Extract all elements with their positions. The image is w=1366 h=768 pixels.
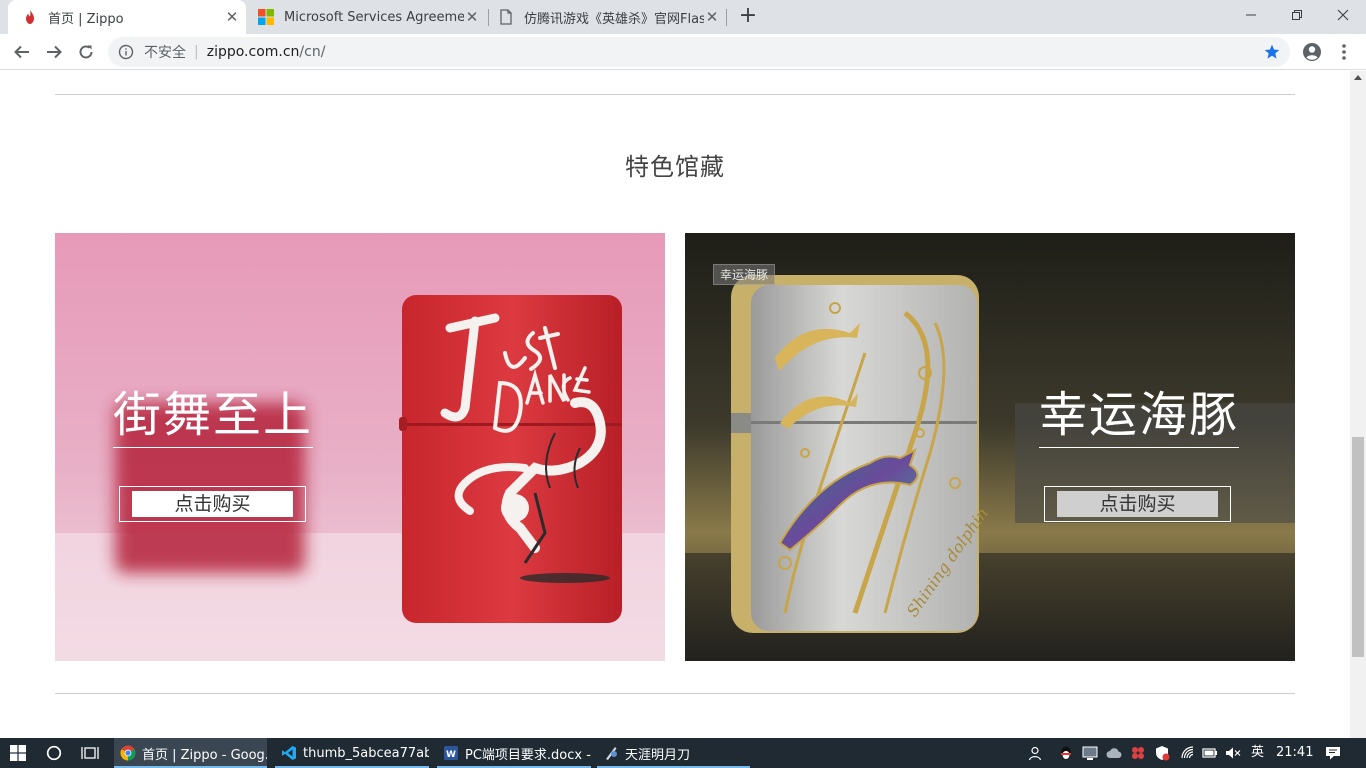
close-window-button[interactable] — [1320, 0, 1366, 30]
display-app-icon[interactable] — [1082, 745, 1098, 761]
tab-title: 仿腾讯游戏《英雄杀》官网Flash — [524, 11, 704, 27]
volume-muted-icon[interactable] — [1225, 745, 1241, 761]
section-title: 特色馆藏 — [625, 153, 725, 181]
browser-toolbar: 不安全 | zippo.com.cn/cn/ — [0, 34, 1366, 70]
arrow-right-icon — [47, 45, 62, 59]
input-method-indicator[interactable]: 英 — [1251, 738, 1264, 768]
taskbar-app-label: PC端项目要求.docx -... — [465, 747, 591, 763]
minimize-icon — [1246, 14, 1256, 16]
address-bar[interactable]: 不安全 | zippo.com.cn/cn/ — [108, 37, 1290, 67]
microsoft-logo-icon — [258, 9, 274, 25]
cloud-icon[interactable] — [1106, 745, 1122, 761]
taskbar-app-word[interactable]: W PC端项目要求.docx -... — [437, 738, 591, 768]
taskbar-app-game[interactable]: 天涯明月刀 — [597, 738, 750, 768]
taskbar-app-label: 首页 | Zippo - Goog... — [142, 747, 267, 763]
tab-separator — [488, 9, 489, 26]
tab-title: 首页 | Zippo — [48, 11, 124, 27]
game-icon — [606, 747, 617, 760]
taskbar-app-label: thumb_5abcea77ab... — [303, 745, 429, 761]
close-tab-icon[interactable]: ✕ — [704, 9, 720, 25]
page-viewport: 特色馆藏 街舞至上 点击购买 Shining dolphin 幸运海豚 幸运海豚… — [0, 71, 1350, 738]
action-center-icon[interactable] — [1325, 745, 1341, 761]
vertical-scrollbar[interactable] — [1350, 71, 1366, 738]
account-icon — [1303, 43, 1321, 61]
flower-app-icon[interactable] — [1130, 745, 1146, 761]
forward-button[interactable] — [40, 38, 68, 66]
scrollbar-thumb[interactable] — [1352, 437, 1364, 657]
section-divider-top — [55, 94, 1295, 95]
more-vert-icon — [1342, 44, 1346, 60]
buy-button-frame: 点击购买 — [119, 486, 306, 522]
cortana-search-button[interactable] — [38, 738, 70, 768]
info-icon[interactable] — [118, 44, 134, 60]
restore-button[interactable] — [1274, 0, 1320, 30]
profile-button[interactable] — [1298, 38, 1326, 66]
back-button[interactable] — [8, 38, 36, 66]
tab-microsoft-agreement[interactable]: Microsoft Services Agreement ✕ — [250, 0, 486, 34]
system-clock[interactable]: 21:41 — [1276, 738, 1313, 768]
tab-flash-game[interactable]: 仿腾讯游戏《英雄杀》官网Flash ✕ — [490, 0, 726, 34]
task-view-icon — [81, 747, 99, 759]
url-domain: zippo.com.cn — [206, 44, 300, 60]
qq-penguin-icon[interactable] — [1058, 745, 1074, 761]
windows-taskbar: 首页 | Zippo - Goog... thumb_5abcea77ab...… — [0, 738, 1366, 768]
tab-zippo-home[interactable]: 首页 | Zippo ✕ — [8, 0, 246, 34]
task-view-button[interactable] — [74, 738, 106, 768]
menu-button[interactable] — [1330, 38, 1358, 66]
bookmark-star-icon[interactable] — [1264, 44, 1280, 60]
windows-logo-icon — [10, 745, 26, 761]
card-heading: 幸运海豚 — [1039, 375, 1240, 448]
start-button[interactable] — [0, 738, 36, 768]
wifi-icon[interactable] — [1180, 745, 1196, 761]
card-tag: 幸运海豚 — [713, 264, 776, 285]
chrome-icon — [120, 745, 136, 761]
flame-icon — [26, 10, 34, 24]
reload-icon — [79, 45, 93, 59]
card-heading: 街舞至上 — [113, 375, 314, 448]
buy-button[interactable]: 点击购买 — [132, 491, 293, 517]
word-icon: W — [444, 746, 458, 760]
tab-title: Microsoft Services Agreement — [284, 9, 464, 25]
reload-button[interactable] — [72, 38, 100, 66]
scroll-up-arrow-icon[interactable] — [1354, 75, 1362, 80]
people-icon[interactable] — [1028, 745, 1044, 761]
taskbar-app-label: 天涯明月刀 — [625, 747, 691, 763]
minimize-button[interactable] — [1228, 0, 1274, 30]
address-divider: | — [194, 44, 199, 60]
featured-card-street-dance[interactable]: 街舞至上 点击购买 — [55, 233, 665, 661]
document-icon — [500, 9, 512, 25]
taskbar-app-vscode[interactable]: thumb_5abcea77ab... — [275, 738, 429, 768]
close-tab-icon[interactable]: ✕ — [224, 9, 240, 25]
restore-icon — [1292, 10, 1302, 20]
tab-strip: 首页 | Zippo ✕ Microsoft Services Agreemen… — [0, 0, 1366, 34]
featured-card-lucky-dolphin[interactable]: Shining dolphin 幸运海豚 幸运海豚 点击购买 — [685, 233, 1295, 661]
section-divider-bottom — [55, 693, 1295, 694]
cortana-circle-icon — [46, 745, 62, 761]
close-icon — [1337, 9, 1349, 21]
close-tab-icon[interactable]: ✕ — [464, 9, 480, 25]
url-path: /cn/ — [299, 44, 326, 60]
tab-separator — [726, 9, 727, 26]
buy-button[interactable]: 点击购买 — [1057, 491, 1218, 517]
arrow-left-icon — [14, 45, 29, 59]
security-shield-icon[interactable] — [1154, 745, 1170, 761]
security-status: 不安全 — [144, 45, 186, 61]
battery-icon[interactable] — [1202, 745, 1218, 761]
buy-button-frame: 点击购买 — [1044, 486, 1231, 522]
taskbar-app-chrome[interactable]: 首页 | Zippo - Goog... — [114, 738, 267, 768]
svg-text:W: W — [446, 750, 456, 760]
new-tab-button[interactable]: + — [737, 5, 759, 28]
vscode-icon — [282, 746, 296, 760]
